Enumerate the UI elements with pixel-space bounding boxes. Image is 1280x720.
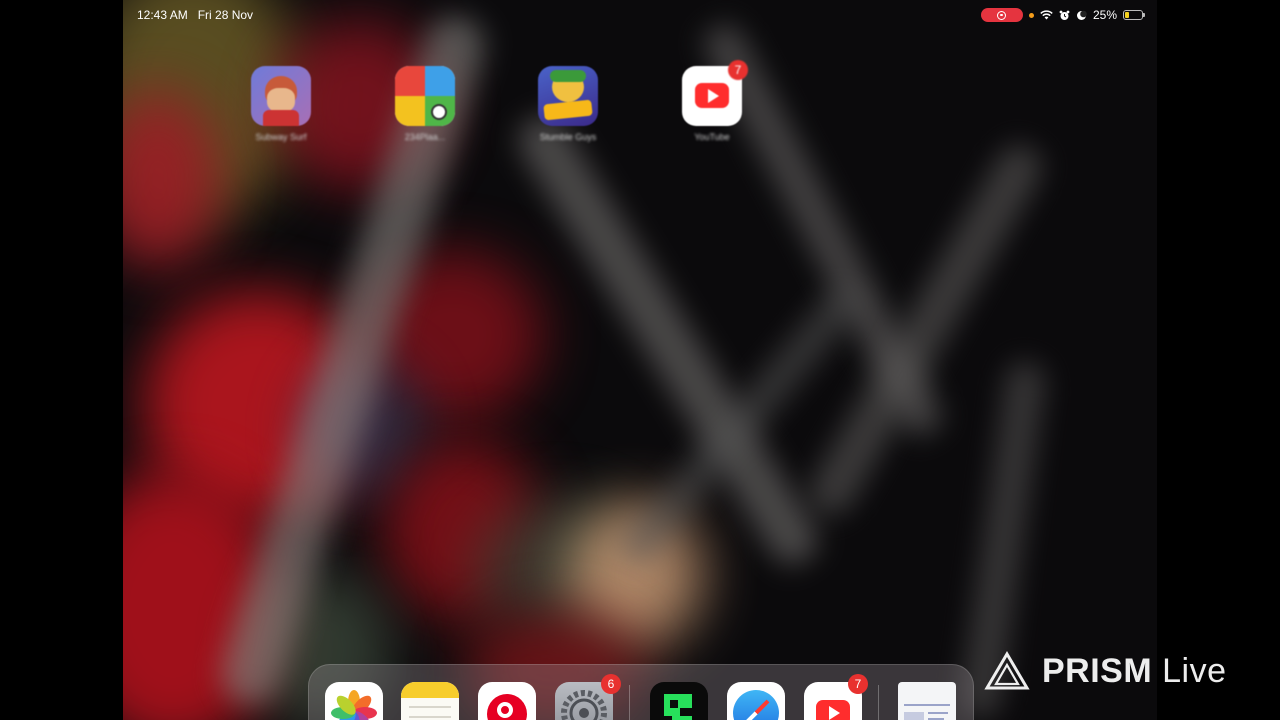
prism-brand: PRISM (1042, 651, 1153, 690)
status-time: 12:43 AM (137, 8, 188, 22)
safari-icon[interactable] (727, 682, 785, 720)
photos-icon[interactable] (325, 682, 383, 720)
notification-badge: 7 (728, 60, 748, 80)
alarm-icon (1059, 10, 1070, 20)
status-bar-right: 25% (980, 7, 1145, 23)
pixel-game-icon[interactable] (650, 682, 708, 720)
settings-icon[interactable]: 6 (555, 674, 621, 720)
four-quadrant-games-icon (395, 66, 455, 126)
battery-percent: 25% (1092, 8, 1117, 22)
app-youtube[interactable]: 7 YouTube (667, 60, 757, 142)
wifi-icon (1040, 10, 1053, 20)
dock-divider (629, 685, 630, 720)
status-bar-left: 12:43 AM Fri 28 Nov (137, 7, 253, 23)
app-label: Subway Surf (255, 132, 307, 142)
stumble-guys-icon (538, 66, 598, 126)
status-date: Fri 28 Nov (197, 8, 254, 22)
notification-badge: 6 (601, 674, 621, 694)
app-stumble-guys[interactable]: Stumble Guys (523, 66, 613, 142)
app-label: 234Plaa... (404, 132, 446, 142)
prism-suffix: Live (1162, 651, 1227, 690)
app-subway-surf[interactable]: Subway Surf (236, 66, 326, 142)
ipad-screen: 12:43 AM Fri 28 Nov 25% Subway Surf 234P… (123, 0, 1157, 720)
app-label: Stumble Guys (539, 132, 597, 142)
moon-icon (1076, 10, 1087, 20)
prism-logo-icon (984, 651, 1030, 690)
dock-divider (878, 685, 879, 720)
document-thumbnail-icon[interactable] (898, 682, 956, 720)
mic-indicator-dot (1028, 12, 1034, 18)
battery-fill (1125, 12, 1129, 18)
subway-surf-icon (251, 66, 311, 126)
pinterest-icon[interactable] (478, 682, 536, 720)
youtube-icon[interactable]: 7 (804, 674, 868, 720)
battery-icon (1123, 10, 1145, 20)
app-label: YouTube (694, 132, 730, 142)
notification-badge: 7 (848, 674, 868, 694)
screen-record-icon[interactable] (980, 8, 1023, 22)
notes-icon[interactable] (401, 682, 459, 720)
app-234player[interactable]: 234Plaa... (380, 66, 470, 142)
dock: 6 7 (308, 664, 974, 720)
prism-live-watermark: PRISM Live (984, 651, 1227, 691)
